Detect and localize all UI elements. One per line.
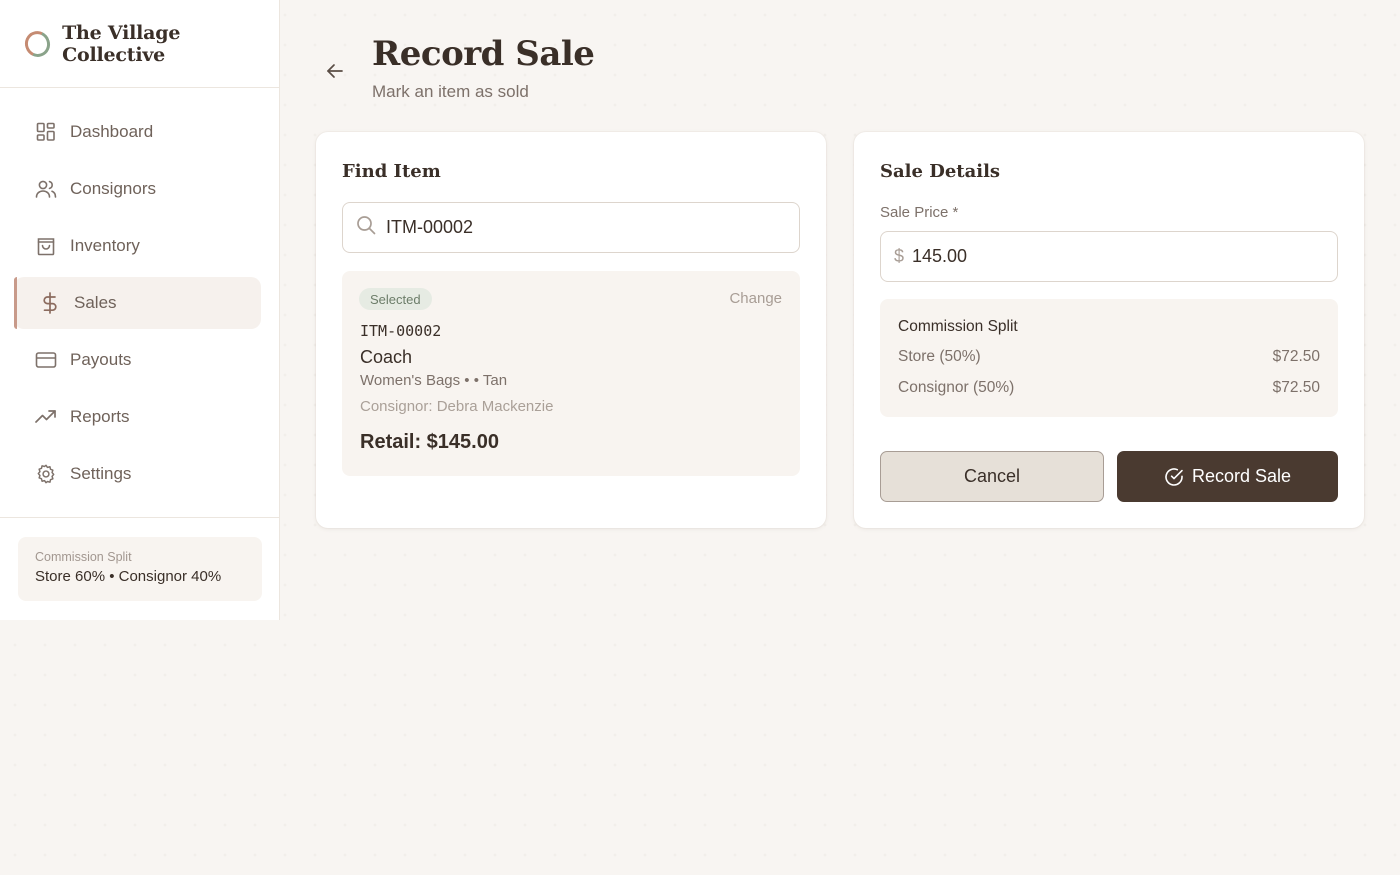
trending-up-icon (34, 405, 58, 429)
store-share-label: Store (50%) (898, 348, 981, 365)
find-item-card: Find Item Selected Change ITM-00002 Coac… (316, 132, 826, 528)
item-retail-price: Retail: $145.00 (360, 431, 499, 453)
commission-split-panel: Commission Split Store (50%) $72.50 Cons… (880, 299, 1338, 417)
sidebar-item-settings[interactable]: Settings (14, 448, 261, 500)
back-button[interactable] (322, 58, 348, 84)
consignor-share-label: Consignor (50%) (898, 379, 1015, 396)
sidebar-item-label: Dashboard (70, 122, 154, 141)
item-category: Women's Bags • • Tan (360, 372, 508, 389)
sidebar-item-inventory[interactable]: Inventory (14, 220, 261, 272)
logo-icon (21, 26, 54, 61)
sidebar-item-reports[interactable]: Reports (14, 391, 261, 443)
sidebar-item-label: Sales (74, 293, 117, 312)
commission-split-value: Store 60% • Consignor 40% (35, 568, 222, 585)
sale-price-label: Sale Price * (880, 204, 959, 221)
check-circle-icon (1164, 467, 1184, 487)
sidebar-item-label: Consignors (70, 179, 156, 198)
selected-badge: Selected (359, 288, 432, 310)
selected-item-panel: Selected Change ITM-00002 Coach Women's … (342, 271, 800, 476)
page-subtitle: Mark an item as sold (372, 82, 529, 101)
dollar-icon (38, 291, 62, 315)
commission-split-label: Commission Split (35, 550, 132, 564)
arrow-left-icon (327, 64, 343, 78)
users-icon (34, 177, 58, 201)
dashboard-icon (34, 120, 58, 144)
sale-price-input[interactable] (912, 246, 1337, 267)
sidebar-item-label: Payouts (70, 350, 132, 369)
sidebar-nav: Dashboard Consignors Inventory Sales Pay… (0, 88, 279, 500)
item-search-input[interactable] (386, 217, 799, 238)
commission-split-summary: Commission Split Store 60% • Consignor 4… (18, 537, 262, 601)
sale-details-title: Sale Details (880, 161, 1001, 182)
item-brand: Coach (360, 347, 413, 367)
shopping-bag-icon (34, 234, 58, 258)
store-share-row: Store (50%) $72.50 (898, 348, 1320, 366)
sidebar-item-consignors[interactable]: Consignors (14, 163, 261, 215)
sidebar-item-label: Inventory (70, 236, 140, 255)
change-item-link[interactable]: Change (729, 290, 782, 307)
brand-name: The Village Collective (62, 21, 181, 66)
gear-icon (34, 462, 58, 486)
sidebar: The Village Collective Dashboard Consign… (0, 0, 280, 620)
sidebar-item-payouts[interactable]: Payouts (14, 334, 261, 386)
credit-card-icon (34, 348, 58, 372)
consignor-share-row: Consignor (50%) $72.50 (898, 379, 1320, 397)
sidebar-item-sales[interactable]: Sales (14, 277, 261, 329)
record-sale-label: Record Sale (1191, 466, 1292, 486)
item-consignor: Consignor: Debra Mackenzie (360, 398, 554, 415)
search-icon (356, 215, 376, 240)
cancel-button[interactable]: Cancel (880, 451, 1104, 502)
sidebar-item-dashboard[interactable]: Dashboard (14, 106, 261, 158)
sale-details-card: Sale Details Sale Price * $ Commission S… (854, 132, 1364, 528)
record-sale-button[interactable]: Record Sale (1117, 451, 1338, 502)
currency-symbol: $ (894, 246, 905, 266)
sidebar-item-label: Reports (70, 407, 130, 426)
sidebar-item-label: Settings (70, 464, 132, 483)
page-title: Record Sale (372, 34, 595, 74)
item-search-field[interactable] (342, 202, 800, 253)
store-share-value: $72.50 (1272, 348, 1320, 365)
sale-price-field[interactable]: $ (880, 231, 1338, 282)
brand[interactable]: The Village Collective (0, 0, 279, 88)
consignor-share-value: $72.50 (1272, 379, 1320, 396)
find-item-title: Find Item (342, 161, 441, 182)
item-sku: ITM-00002 (360, 322, 442, 340)
commission-split-title: Commission Split (898, 318, 1018, 335)
sidebar-divider (0, 517, 279, 518)
